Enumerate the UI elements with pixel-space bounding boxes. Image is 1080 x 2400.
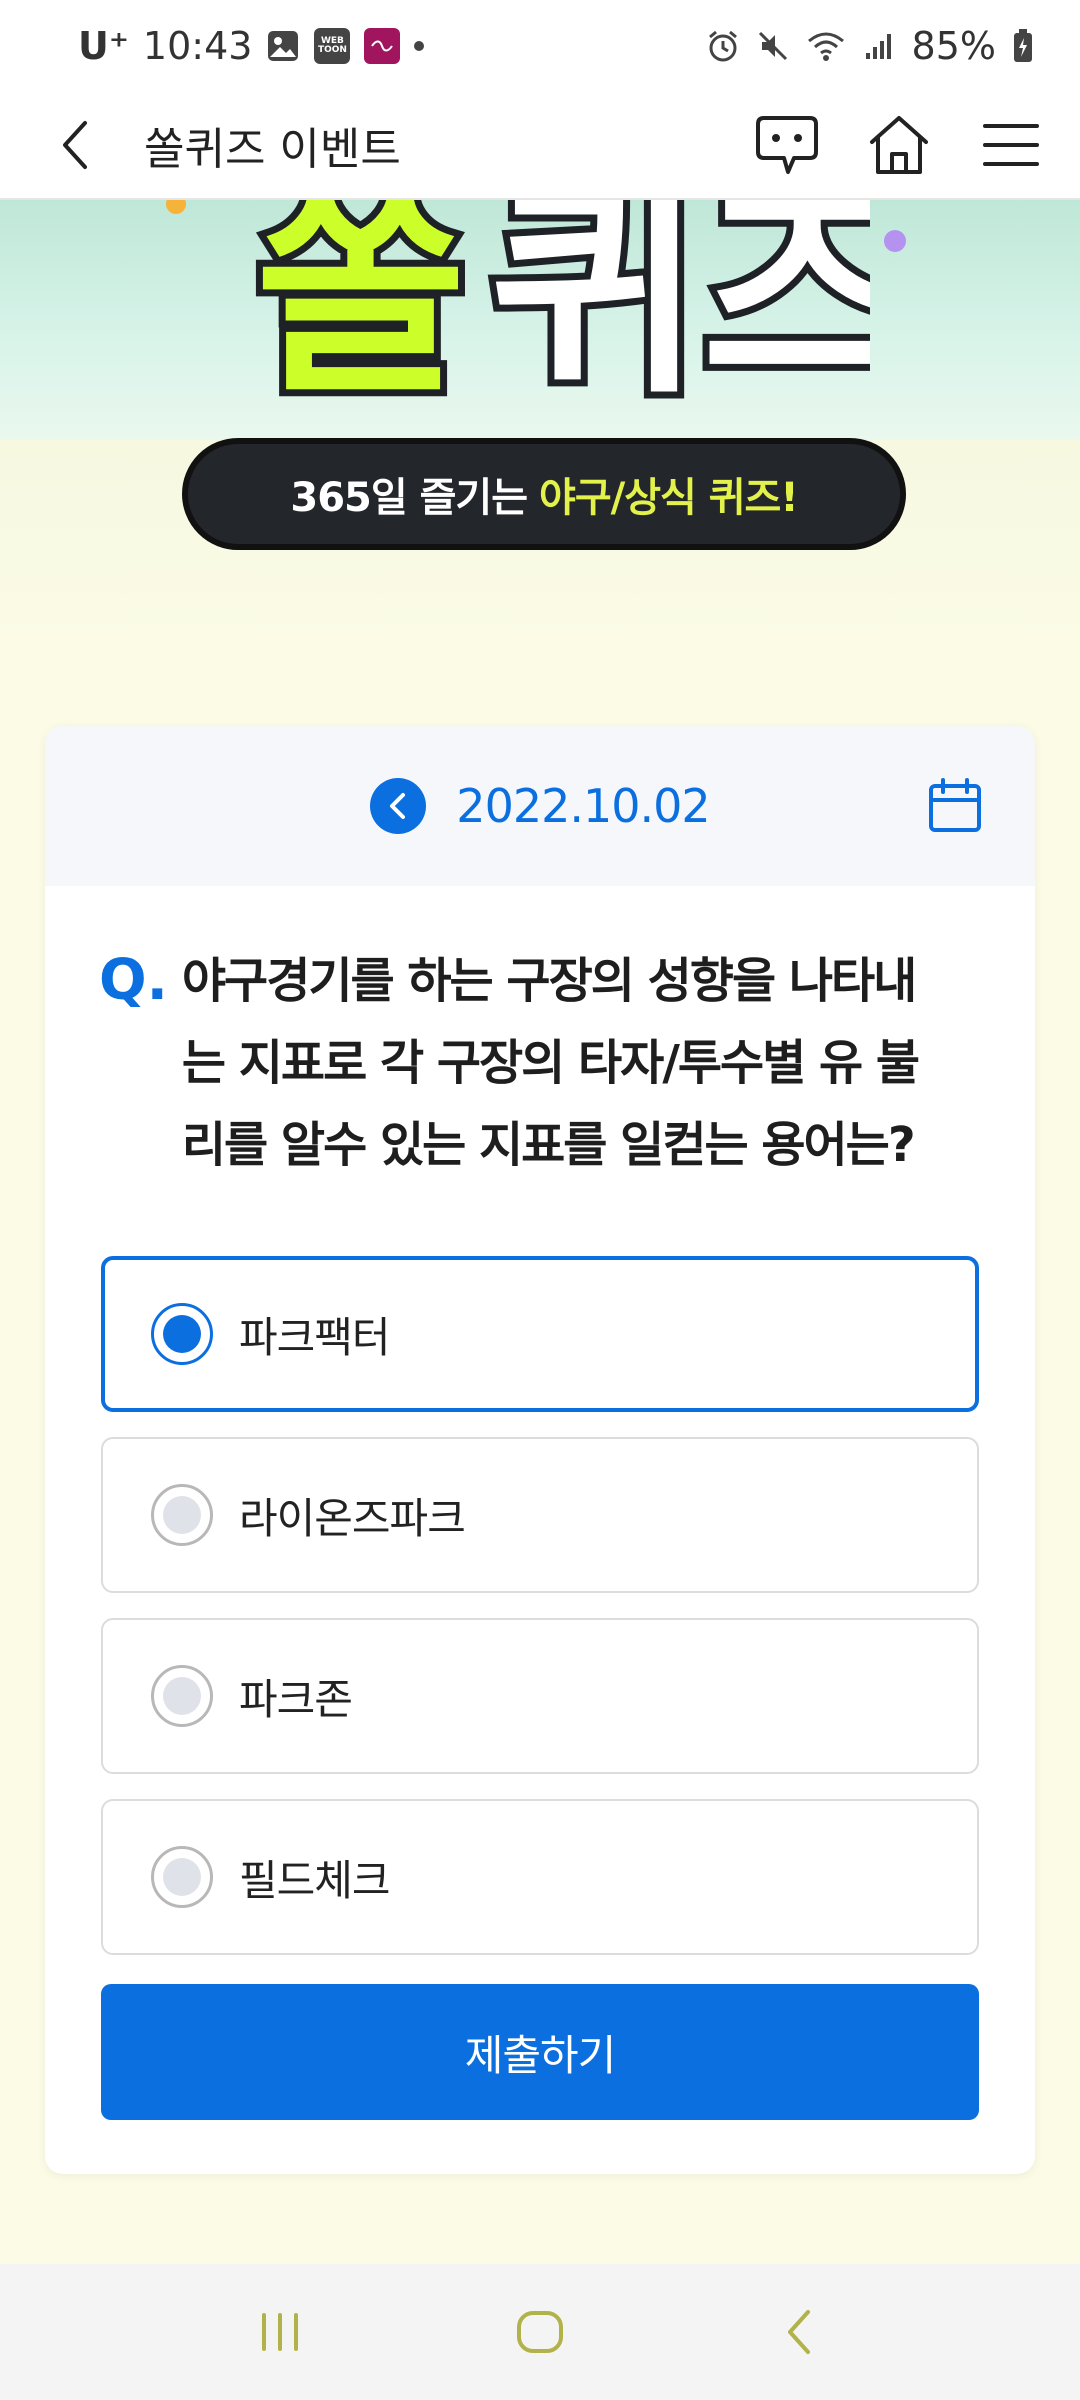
- recent-apps-icon: [262, 2313, 298, 2351]
- tagline-prefix: 365일 즐기는: [290, 475, 528, 521]
- status-right: 85%: [706, 24, 1034, 68]
- app-icon: [364, 28, 401, 64]
- submit-button[interactable]: 제출하기: [101, 1984, 979, 2120]
- hero-tagline: 365일 즐기는 야구/상식 퀴즈!: [182, 438, 906, 550]
- radio-button[interactable]: [151, 1665, 213, 1727]
- back-nav-icon: [788, 2310, 810, 2354]
- chevron-left-icon: [390, 793, 406, 819]
- question-line: 야구경기를 하는 구장의 성향을 나타내: [181, 953, 917, 1009]
- logo-text-right: 퀴즈: [490, 200, 870, 425]
- status-bar: U⁺ 10:43 WEB TOON 85%: [0, 0, 1080, 92]
- previous-date-button[interactable]: [370, 778, 427, 834]
- answer-option-1[interactable]: 파크팩터: [101, 1256, 979, 1412]
- quiz-card: 2022.10.02 Q. 야구경기를 하는 구장의 성향을 나타내 는 지표로…: [45, 726, 1035, 2174]
- recent-apps-button[interactable]: [235, 2287, 325, 2377]
- question-line: 는 지표로 각 구장의 타자/투수별 유 불: [181, 1035, 920, 1091]
- battery-percent: 85%: [911, 24, 996, 68]
- option-label: 파크존: [239, 1674, 353, 1724]
- question-mark: Q.: [99, 948, 168, 1013]
- home-nav-button[interactable]: [495, 2287, 585, 2377]
- option-label: 라이온즈파크: [239, 1493, 466, 1543]
- home-nav-icon: [517, 2311, 563, 2353]
- hero-banner: 쏠 퀴즈 365일 즐기는 야구/상식 퀴즈!: [0, 200, 1080, 640]
- signal-icon: [862, 29, 896, 63]
- answer-option-3[interactable]: 파크존: [101, 1618, 979, 1774]
- wifi-icon: [806, 29, 846, 63]
- clock: 10:43: [142, 24, 253, 68]
- sparkle-dot: [884, 230, 906, 252]
- logo-text-left: 쏠: [255, 200, 467, 425]
- menu-button[interactable]: [976, 110, 1046, 180]
- quiz-logo: 쏠 퀴즈: [248, 200, 870, 432]
- mute-icon: [756, 29, 790, 63]
- app-actions: [752, 110, 1046, 180]
- chatbot-button[interactable]: [752, 110, 822, 180]
- home-button[interactable]: [864, 110, 934, 180]
- screen: U⁺ 10:43 WEB TOON 85% 쏠퀴즈 이벤트 쏠 퀴즈 365일 …: [0, 0, 1080, 2400]
- back-nav-button[interactable]: [755, 2287, 845, 2377]
- answer-options: 파크팩터 라이온즈파크 파크존 필드체크: [101, 1256, 979, 1980]
- option-label: 파크팩터: [239, 1312, 391, 1362]
- gallery-icon: [266, 29, 300, 63]
- radio-button[interactable]: [151, 1846, 213, 1908]
- quiz-date: 2022.10.02: [456, 779, 710, 833]
- status-left: U⁺ 10:43 WEB TOON: [78, 24, 425, 68]
- calendar-icon: [929, 778, 981, 832]
- date-navigator: 2022.10.02: [45, 726, 1035, 886]
- system-nav-bar: [0, 2264, 1080, 2400]
- answer-option-2[interactable]: 라이온즈파크: [101, 1437, 979, 1593]
- answer-option-4[interactable]: 필드체크: [101, 1799, 979, 1955]
- sparkle-dot-small: [166, 200, 186, 214]
- chevron-left-icon: [63, 121, 87, 169]
- app-bar: 쏠퀴즈 이벤트: [0, 92, 1080, 200]
- carrier-label: U⁺: [78, 24, 129, 68]
- radio-button-selected[interactable]: [151, 1303, 213, 1365]
- calendar-button[interactable]: [925, 776, 985, 836]
- battery-charging-icon: [1012, 28, 1034, 64]
- page-title: 쏠퀴즈 이벤트: [144, 124, 401, 175]
- hamburger-menu-icon: [983, 124, 1039, 166]
- back-button[interactable]: [40, 110, 110, 180]
- chat-bubble-icon: [756, 116, 818, 174]
- alarm-icon: [706, 29, 740, 63]
- notification-dot: [414, 41, 425, 51]
- webtoon-label: WEB TOON: [317, 36, 347, 55]
- question-line: 리를 알수 있는 지표를 일컫는 용어는?: [181, 1117, 916, 1173]
- tagline-highlight: 야구/상식 퀴즈!: [539, 475, 799, 521]
- radio-button[interactable]: [151, 1484, 213, 1546]
- home-icon: [870, 116, 928, 174]
- question-block: Q. 야구경기를 하는 구장의 성향을 나타내 는 지표로 각 구장의 타자/투…: [45, 886, 1035, 1186]
- webtoon-icon: WEB TOON: [314, 28, 351, 64]
- question-text: 야구경기를 하는 구장의 성향을 나타내 는 지표로 각 구장의 타자/투수별 …: [181, 940, 920, 1186]
- option-label: 필드체크: [239, 1855, 391, 1905]
